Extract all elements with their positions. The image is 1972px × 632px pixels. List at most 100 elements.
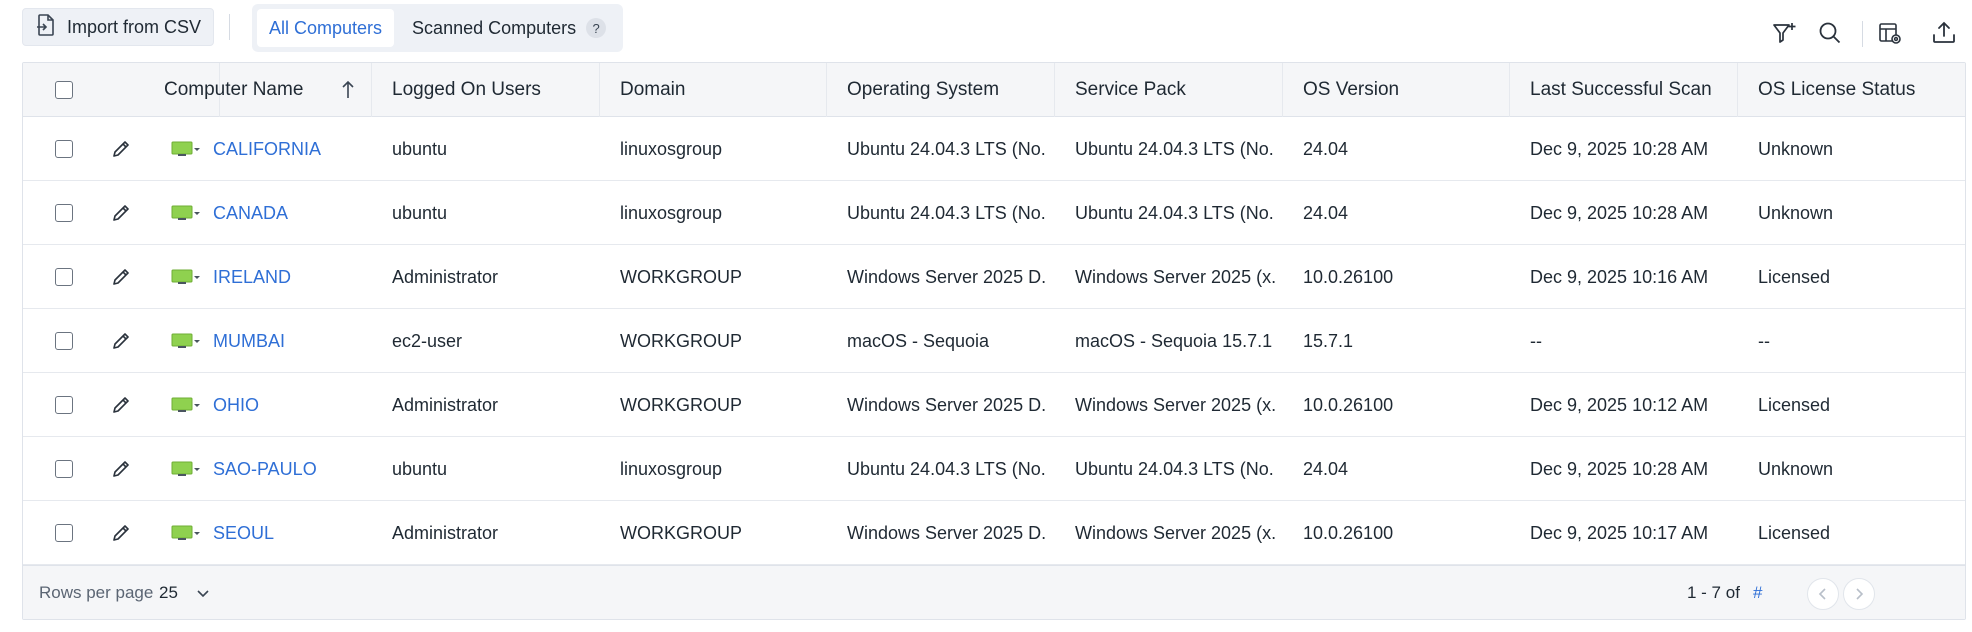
cell-os-license-status: Unknown: [1758, 458, 1834, 479]
cell-operating-system: macOS - Sequoia: [847, 330, 990, 351]
row-select-cell: [55, 373, 73, 437]
sort-ascending-icon[interactable]: [339, 79, 357, 101]
cell-computer-name: IRELAND: [171, 245, 371, 309]
chevron-down-icon: [197, 590, 209, 598]
column-header-last-successful-scan[interactable]: Last Successful Scan: [1510, 63, 1738, 117]
row-select-cell: [55, 309, 73, 373]
computer-name-link[interactable]: OHIO: [213, 395, 259, 416]
column-header-os-version-label: OS Version: [1303, 79, 1400, 100]
column-header-service-pack-label: Service Pack: [1075, 79, 1186, 100]
column-settings-icon[interactable]: [1874, 17, 1906, 49]
column-header-computer-name-label: Computer Name: [164, 79, 304, 100]
computer-icon[interactable]: [171, 397, 201, 413]
select-all-checkbox[interactable]: [55, 81, 73, 99]
cell-operating-system: Ubuntu 24.04.3 LTS (No...: [847, 202, 1047, 223]
table-row: IRELAND Administrator WORKGROUP Windows Ser…: [23, 245, 1965, 309]
computer-icon[interactable]: [171, 141, 201, 157]
next-page-button[interactable]: [1843, 578, 1875, 610]
cell-service-pack: Windows Server 2025 (x...: [1075, 266, 1275, 287]
edit-icon[interactable]: [111, 437, 131, 501]
cell-os-license-status: Unknown: [1758, 202, 1834, 223]
cell-operating-system: Windows Server 2025 D...: [847, 266, 1047, 287]
export-icon[interactable]: [1928, 17, 1960, 49]
edit-icon[interactable]: [111, 373, 131, 437]
column-header-service-pack[interactable]: Service Pack: [1055, 63, 1283, 117]
cell-last-successful-scan: Dec 9, 2025 10:28 AM: [1530, 202, 1709, 223]
row-select-cell: [55, 437, 73, 501]
cell-os-version: 10.0.26100: [1303, 522, 1394, 543]
cell-domain: linuxosgroup: [620, 138, 723, 159]
computer-name-link[interactable]: CANADA: [213, 203, 288, 224]
cell-logged-on-users: ec2-user: [392, 330, 463, 351]
table-row: CANADA ubuntu linuxosgroup Ubuntu 24.04.3 L…: [23, 181, 1965, 245]
table-row: CALIFORNIA ubuntu linuxosgroup Ubuntu 24.04…: [23, 117, 1965, 181]
cell-service-pack: Windows Server 2025 (x...: [1075, 522, 1275, 543]
row-checkbox[interactable]: [55, 268, 73, 286]
row-checkbox[interactable]: [55, 140, 73, 158]
search-icon[interactable]: [1814, 17, 1846, 49]
edit-icon[interactable]: [111, 181, 131, 245]
cell-domain: WORKGROUP: [620, 522, 743, 543]
column-header-domain-label: Domain: [620, 79, 686, 100]
cell-domain: WORKGROUP: [620, 266, 743, 287]
computer-icon[interactable]: [171, 461, 201, 477]
computer-name-link[interactable]: IRELAND: [213, 267, 291, 288]
cell-os-version: 24.04: [1303, 202, 1349, 223]
computer-name-link[interactable]: SEOUL: [213, 523, 274, 544]
table-row: OHIO Administrator WORKGROUP Windows Server…: [23, 373, 1965, 437]
edit-icon[interactable]: [111, 501, 131, 565]
add-filter-icon[interactable]: [1768, 17, 1800, 49]
row-checkbox[interactable]: [55, 204, 73, 222]
cell-os-license-status: --: [1758, 330, 1770, 351]
cell-computer-name: SEOUL: [171, 501, 371, 565]
computer-icon[interactable]: [171, 333, 201, 349]
cell-last-successful-scan: --: [1530, 330, 1542, 351]
cell-os-version: 10.0.26100: [1303, 266, 1394, 287]
row-checkbox[interactable]: [55, 460, 73, 478]
cell-computer-name: MUMBAI: [171, 309, 371, 373]
column-header-os-license-status[interactable]: OS License Status: [1738, 63, 1965, 117]
cell-computer-name: CANADA: [171, 181, 371, 245]
column-header-logged-on-users-label: Logged On Users: [392, 79, 541, 100]
cell-last-successful-scan: Dec 9, 2025 10:17 AM: [1530, 522, 1709, 543]
cell-computer-name: OHIO: [171, 373, 371, 437]
column-header-os-version[interactable]: OS Version: [1283, 63, 1510, 117]
rows-per-page-select[interactable]: 25: [159, 578, 210, 608]
cell-last-successful-scan: Dec 9, 2025 10:28 AM: [1530, 138, 1709, 159]
previous-page-button[interactable]: [1807, 578, 1839, 610]
edit-icon[interactable]: [111, 309, 131, 373]
row-select-cell: [55, 117, 73, 181]
row-checkbox[interactable]: [55, 396, 73, 414]
total-count-link[interactable]: #: [1753, 583, 1762, 603]
cell-logged-on-users: Administrator: [392, 522, 499, 543]
computer-icon[interactable]: [171, 269, 201, 285]
column-header-operating-system[interactable]: Operating System: [827, 63, 1055, 117]
rows-per-page-value: 25: [159, 583, 178, 602]
computer-name-link[interactable]: CALIFORNIA: [213, 139, 321, 160]
cell-domain: WORKGROUP: [620, 394, 743, 415]
column-header-domain[interactable]: Domain: [600, 63, 827, 117]
row-select-cell: [55, 501, 73, 565]
column-header-logged-on-users[interactable]: Logged On Users: [372, 63, 600, 117]
table-row: SAO-PAULO ubuntu linuxosgroup Ubuntu 24.04.…: [23, 437, 1965, 501]
edit-icon[interactable]: [111, 117, 131, 181]
computer-icon[interactable]: [171, 525, 201, 541]
cell-computer-name: SAO-PAULO: [171, 437, 371, 501]
column-header-computer-name[interactable]: Computer Name: [144, 63, 372, 117]
cell-last-successful-scan: Dec 9, 2025 10:12 AM: [1530, 394, 1709, 415]
cell-domain: WORKGROUP: [620, 330, 743, 351]
toolbar-actions-divider: [1862, 21, 1863, 47]
row-checkbox[interactable]: [55, 524, 73, 542]
cell-os-license-status: Unknown: [1758, 138, 1834, 159]
cell-operating-system: Windows Server 2025 D...: [847, 394, 1047, 415]
cell-operating-system: Ubuntu 24.04.3 LTS (No...: [847, 138, 1047, 159]
computer-name-link[interactable]: MUMBAI: [213, 331, 285, 352]
cell-os-license-status: Licensed: [1758, 266, 1831, 287]
cell-last-successful-scan: Dec 9, 2025 10:28 AM: [1530, 458, 1709, 479]
computer-icon[interactable]: [171, 205, 201, 221]
row-checkbox[interactable]: [55, 332, 73, 350]
cell-logged-on-users: ubuntu: [392, 202, 448, 223]
cell-logged-on-users: Administrator: [392, 394, 499, 415]
computer-name-link[interactable]: SAO-PAULO: [213, 459, 317, 480]
edit-icon[interactable]: [111, 245, 131, 309]
